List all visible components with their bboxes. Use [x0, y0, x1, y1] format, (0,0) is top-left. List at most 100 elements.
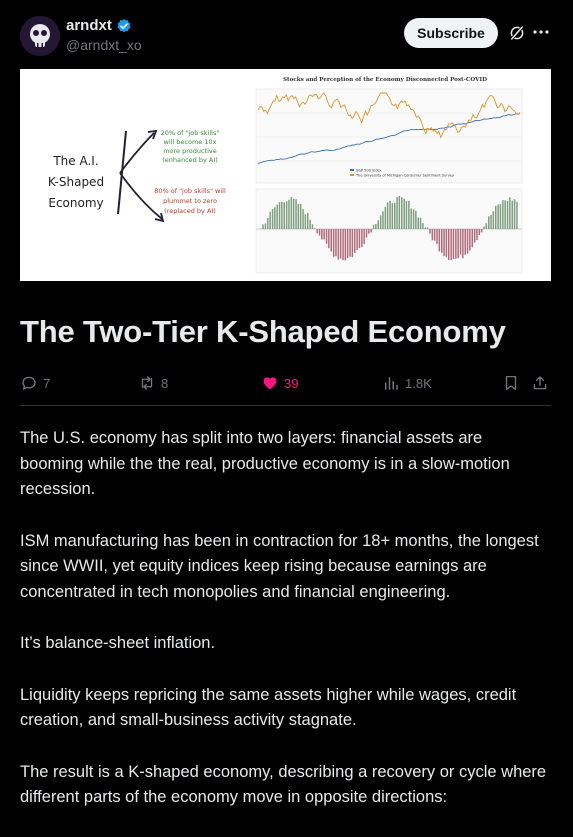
correlation-bar: [316, 229, 318, 233]
correlation-bar: [312, 224, 314, 229]
correlation-bar: [403, 199, 405, 229]
subscribe-button[interactable]: Subscribe: [404, 18, 498, 48]
author-name-row[interactable]: arndxt: [66, 17, 132, 34]
more-options-icon[interactable]: [533, 28, 549, 36]
correlation-bar: [387, 202, 389, 229]
correlation-bar: [427, 228, 429, 229]
grok-icon[interactable]: [508, 24, 526, 42]
correlation-bar: [497, 205, 499, 230]
correlation-bar: [284, 202, 286, 229]
lower-note-line-2: plummet to zero: [163, 197, 217, 205]
correlation-bar: [401, 197, 403, 229]
correlation-bar: [500, 204, 502, 229]
paragraph: The result is a K-shaped economy, descri…: [20, 760, 550, 811]
heart-icon: [261, 374, 279, 392]
correlation-bar: [356, 229, 358, 250]
paragraph: It’s balance-sheet inflation.: [20, 631, 550, 657]
avatar[interactable]: [20, 16, 60, 56]
correlation-bar: [441, 229, 443, 253]
correlation-bar: [418, 218, 420, 230]
correlation-bar: [399, 196, 401, 229]
sketch-title-line-1: The A.I.: [52, 154, 98, 168]
correlation-bar: [504, 200, 506, 229]
correlation-bar: [436, 229, 438, 244]
correlation-bar: [352, 229, 354, 257]
correlation-bar: [509, 197, 511, 229]
correlation-bar: [265, 223, 267, 229]
repost-count: 8: [161, 376, 168, 391]
correlation-bar: [420, 218, 422, 229]
correlation-bar: [467, 229, 469, 254]
share-icon: [531, 374, 549, 392]
correlation-bar: [335, 229, 337, 256]
correlation-bar: [488, 216, 490, 229]
correlation-bar: [326, 229, 328, 244]
upper-note-line-4: (enhanced by AI): [162, 156, 218, 164]
correlation-bar: [486, 223, 488, 229]
reply-icon: [20, 374, 38, 392]
correlation-bar: [293, 199, 295, 229]
views-chart-icon: [382, 374, 400, 392]
correlation-bar: [479, 229, 481, 235]
correlation-bar: [345, 229, 347, 260]
correlation-bar: [274, 207, 276, 229]
correlation-bar: [323, 229, 325, 239]
correlation-bar: [410, 209, 412, 230]
bookmark-button[interactable]: [502, 374, 520, 392]
correlation-bar: [493, 211, 495, 229]
cover-illustration: The A.I. K-Shaped Economy 20% of "job sk…: [20, 69, 551, 281]
correlation-bar: [392, 203, 394, 229]
correlation-bar: [472, 229, 474, 247]
article-title: The Two-Tier K-Shaped Economy: [20, 314, 560, 350]
share-button[interactable]: [531, 374, 549, 392]
correlation-bar: [354, 229, 356, 253]
correlation-bar: [373, 225, 375, 229]
stocks-sentiment-chart: Stocks and Perception of the Economy Dis…: [256, 77, 522, 273]
paragraph: The U.S. economy has split into two laye…: [20, 426, 550, 503]
article-action-bar: 7 8 39 1.8K: [0, 366, 573, 402]
correlation-bar: [448, 229, 450, 260]
correlation-bar: [309, 220, 311, 229]
correlation-bar: [481, 229, 483, 232]
correlation-bar: [272, 209, 274, 229]
author-handle[interactable]: @arndxt_xo: [66, 37, 142, 53]
sketch-title-line-2: K-Shaped: [48, 175, 104, 189]
correlation-bar: [361, 229, 363, 247]
correlation-bar: [319, 229, 321, 236]
legend-label-sentiment: The University of Michigan Consumer Sent…: [355, 174, 454, 178]
correlation-bar: [347, 229, 349, 258]
correlation-bar: [288, 200, 290, 229]
correlation-bar: [443, 229, 445, 256]
correlation-bar: [446, 229, 448, 257]
paragraph: Liquidity keeps repricing the same asset…: [20, 683, 550, 734]
like-button[interactable]: 39: [261, 374, 298, 392]
correlation-bar: [476, 229, 478, 240]
correlation-bar: [262, 225, 264, 229]
correlation-bar: [382, 211, 384, 229]
correlation-bar: [338, 229, 340, 260]
author-display-name[interactable]: arndxt: [66, 17, 112, 34]
correlation-bar: [453, 229, 455, 259]
like-count: 39: [284, 376, 298, 391]
legend-swatch-sp500: [350, 169, 354, 171]
reply-button[interactable]: 7: [20, 374, 50, 392]
lower-note-line-3: (replaced by AI): [164, 207, 216, 215]
avatar-skull-image: [20, 16, 60, 56]
correlation-bar: [279, 202, 281, 229]
correlation-bar: [439, 229, 441, 251]
correlation-bar: [380, 215, 382, 229]
article-cover-image[interactable]: The A.I. K-Shaped Economy 20% of "job sk…: [20, 69, 551, 281]
verified-badge-icon: [116, 18, 132, 34]
correlation-bar: [455, 229, 457, 259]
repost-button[interactable]: 8: [138, 374, 168, 392]
correlation-bar: [434, 229, 436, 241]
correlation-bar: [432, 229, 434, 240]
views-button[interactable]: 1.8K: [382, 374, 432, 392]
correlation-bar: [302, 209, 304, 229]
bookmark-icon: [502, 374, 520, 392]
correlation-bar: [305, 214, 307, 229]
correlation-bar: [295, 199, 297, 229]
correlation-bar: [281, 202, 283, 229]
sketch-title-line-3: Economy: [48, 196, 103, 210]
paragraph: ISM manufacturing has been in contractio…: [20, 529, 550, 606]
